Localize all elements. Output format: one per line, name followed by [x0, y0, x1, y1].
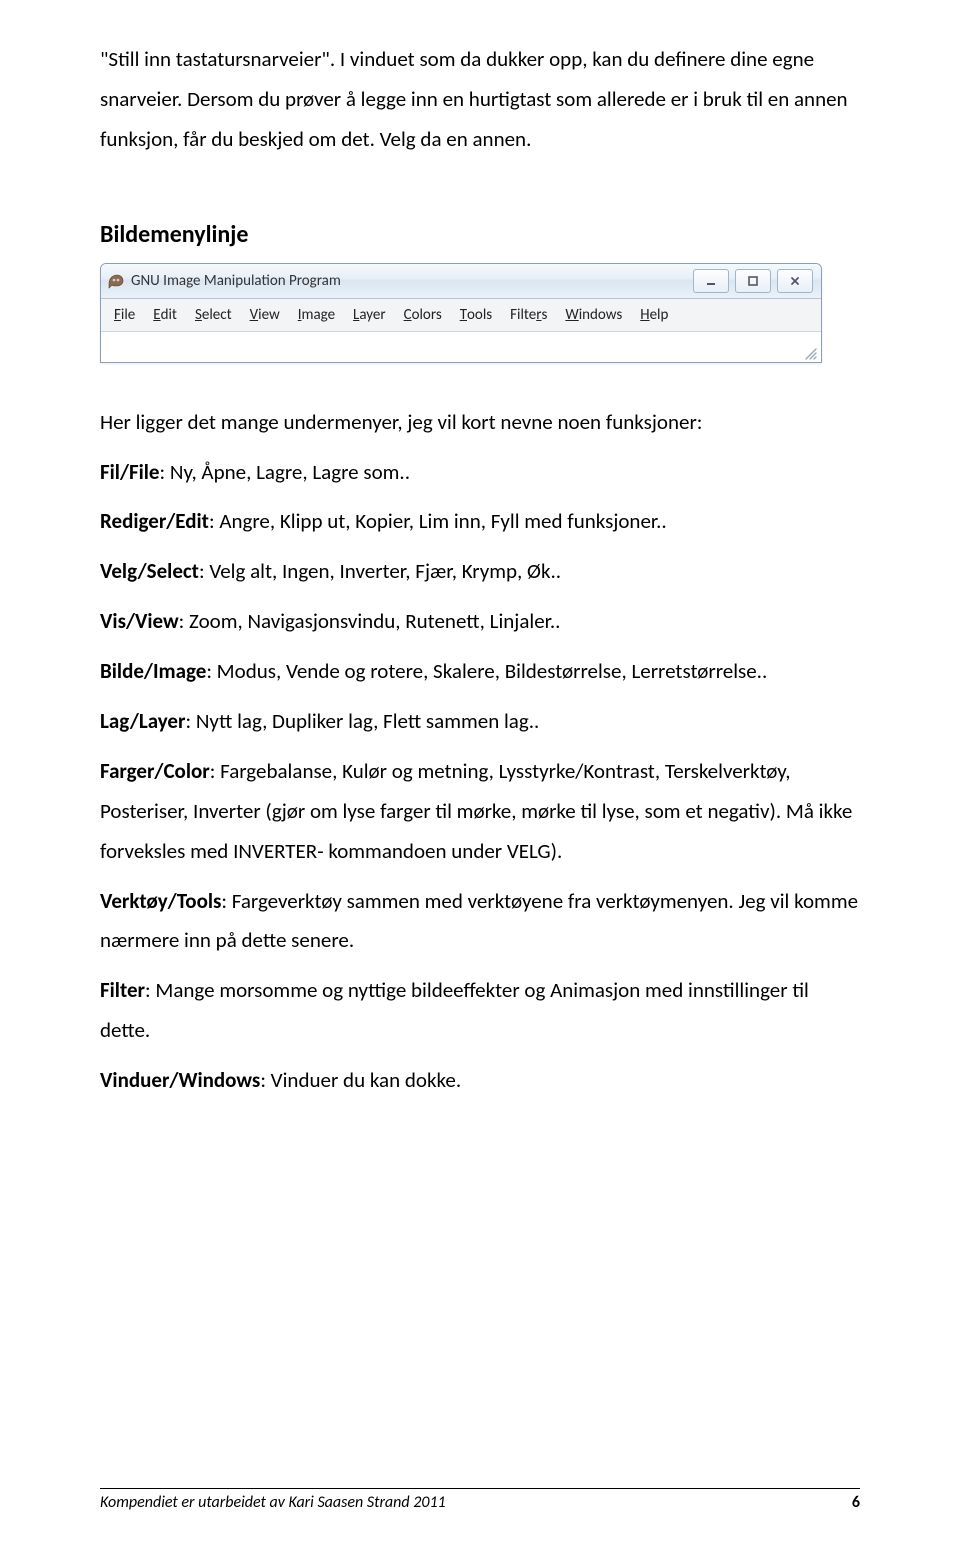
menu-accel: E	[153, 306, 160, 324]
menu-description-list: Fil/File: Ny, Åpne, Lagre, Lagre som.. R…	[100, 453, 860, 1101]
window-title: GNU Image Manipulation Program	[131, 272, 341, 290]
desc-select: Velg/Select: Velg alt, Ingen, Inverter, …	[100, 552, 860, 592]
maximize-button[interactable]	[735, 269, 771, 293]
page-footer: Kompendiet er utarbeidet av Kari Saasen …	[100, 1488, 860, 1512]
menu-file[interactable]: File	[105, 299, 144, 331]
menu-edit[interactable]: Edit	[144, 299, 186, 331]
menu-view[interactable]: View	[241, 299, 289, 331]
menu-rest: dit	[161, 306, 177, 324]
menu-rest: olors	[412, 306, 442, 324]
desc-text: : Fargebalanse, Kulør og metning, Lyssty…	[100, 758, 852, 864]
desc-label: Fil/File	[100, 459, 160, 485]
desc-label: Bilde/Image	[100, 658, 206, 684]
gimp-app-icon	[107, 272, 125, 290]
desc-image: Bilde/Image: Modus, Vende og rotere, Ska…	[100, 652, 860, 692]
desc-layer: Lag/Layer: Nytt lag, Dupliker lag, Flett…	[100, 702, 860, 742]
window-titlebar: GNU Image Manipulation Program	[101, 264, 821, 299]
desc-label: Vis/View	[100, 608, 179, 634]
menu-rest: s	[541, 306, 547, 324]
desc-label: Verktøy/Tools	[100, 888, 221, 914]
window-client-area	[101, 332, 821, 362]
footer-text: Kompendiet er utarbeidet av Kari Saasen …	[100, 1493, 446, 1512]
footer-rule	[100, 1488, 860, 1489]
desc-text: : Modus, Vende og rotere, Skalere, Bilde…	[206, 658, 767, 684]
menu-layer[interactable]: Layer	[344, 299, 395, 331]
menu-accel: S	[195, 306, 202, 324]
menu-filters[interactable]: Filters	[501, 299, 556, 331]
desc-color: Farger/Color: Fargebalanse, Kulør og met…	[100, 752, 860, 872]
menu-rest: ools	[467, 306, 492, 324]
desc-label: Farger/Color	[100, 758, 210, 784]
menu-help[interactable]: Help	[631, 299, 677, 331]
desc-text: : Angre, Klipp ut, Kopier, Lim inn, Fyll…	[209, 508, 667, 534]
menu-accel: V	[250, 306, 259, 324]
desc-text: : Ny, Åpne, Lagre, Lagre som..	[160, 459, 411, 485]
desc-file: Fil/File: Ny, Åpne, Lagre, Lagre som..	[100, 453, 860, 493]
menu-accel: T	[460, 306, 467, 324]
menu-rest: iew	[258, 306, 280, 324]
desc-edit: Rediger/Edit: Angre, Klipp ut, Kopier, L…	[100, 502, 860, 542]
desc-filter: Filter: Mange morsomme og nyttige bildee…	[100, 971, 860, 1051]
desc-text: : Mange morsomme og nyttige bildeeffekte…	[100, 977, 809, 1043]
intro-paragraph: "Still inn tastatursnarveier". I vinduet…	[100, 40, 860, 160]
menu-tools[interactable]: Tools	[451, 299, 501, 331]
menu-accel: W	[565, 306, 578, 324]
document-page: "Still inn tastatursnarveier". I vinduet…	[0, 0, 960, 1547]
desc-label: Vinduer/Windows	[100, 1067, 260, 1093]
body-intro-line: Her ligger det mange undermenyer, jeg vi…	[100, 403, 860, 443]
menu-rest: elp	[650, 306, 669, 324]
desc-tools: Verktøy/Tools: Fargeverktøy sammen med v…	[100, 882, 860, 962]
menu-accel: C	[404, 306, 412, 324]
page-number: 6	[852, 1493, 860, 1512]
menu-bar: File Edit Select View Image Layer Colors…	[101, 299, 821, 332]
close-button[interactable]	[777, 269, 813, 293]
desc-text: : Nytt lag, Dupliker lag, Flett sammen l…	[185, 708, 539, 734]
desc-label: Filter	[100, 977, 145, 1003]
menu-image[interactable]: Image	[289, 299, 344, 331]
section-heading: Bildemenylinje	[100, 220, 860, 249]
window-buttons	[693, 269, 813, 293]
menu-accel: F	[114, 306, 121, 324]
desc-text: : Zoom, Navigasjonsvindu, Rutenett, Linj…	[179, 608, 561, 634]
desc-windows: Vinduer/Windows: Vinduer du kan dokke.	[100, 1061, 860, 1101]
minimize-button[interactable]	[693, 269, 729, 293]
menu-rest: indows	[579, 306, 623, 324]
menu-rest: ile	[121, 306, 135, 324]
menu-rest: ayer	[359, 306, 385, 324]
menu-rest: mage	[301, 306, 335, 324]
menu-select[interactable]: Select	[186, 299, 241, 331]
desc-label: Rediger/Edit	[100, 508, 209, 534]
desc-view: Vis/View: Zoom, Navigasjonsvindu, Rutene…	[100, 602, 860, 642]
menu-accel: H	[640, 306, 649, 324]
desc-text: : Velg alt, Ingen, Inverter, Fjær, Krymp…	[199, 558, 561, 584]
desc-text: : Vinduer du kan dokke.	[260, 1067, 461, 1093]
desc-label: Velg/Select	[100, 558, 199, 584]
menu-rest: Filte	[510, 306, 536, 324]
gimp-window-screenshot: GNU Image Manipulation Program	[100, 263, 822, 363]
desc-label: Lag/Layer	[100, 708, 185, 734]
menu-colors[interactable]: Colors	[395, 299, 451, 331]
resize-grip-icon	[803, 346, 817, 360]
menu-rest: elect	[202, 306, 232, 324]
menu-windows[interactable]: Windows	[556, 299, 631, 331]
